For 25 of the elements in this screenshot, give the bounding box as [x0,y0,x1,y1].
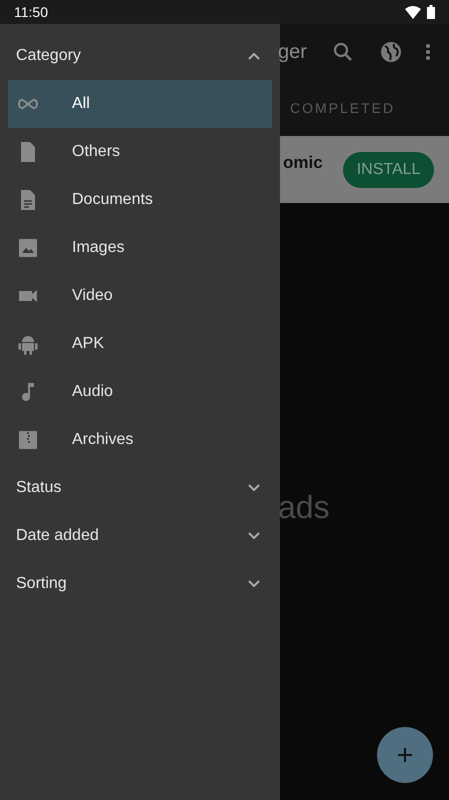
battery-icon [427,5,435,19]
image-icon [16,236,40,260]
plus-icon [398,748,412,762]
archive-icon [16,428,40,452]
globe-icon[interactable] [380,41,402,63]
infinity-icon [16,99,40,109]
section-header[interactable]: Sorting [0,560,280,608]
category-item[interactable]: Video [8,272,272,320]
app-bar-title: ger [278,40,307,65]
category-item[interactable]: Documents [8,176,272,224]
section-header[interactable]: Category [0,32,280,80]
empty-message: ads [278,488,331,527]
category-item[interactable]: Audio [8,368,272,416]
more-icon[interactable] [426,44,430,60]
section-header[interactable]: Status [0,464,280,512]
wifi-icon [405,6,421,18]
search-icon[interactable] [332,42,353,62]
category-item[interactable]: All [8,80,272,128]
status-time: 11:50 [14,2,48,22]
category-item[interactable]: APK [8,320,272,368]
section-header[interactable]: Date added [0,512,280,560]
card-title: omic [283,152,323,174]
category-item[interactable]: Images [8,224,272,272]
category-item[interactable]: Archives [8,416,272,464]
category-item[interactable]: Others [8,128,272,176]
